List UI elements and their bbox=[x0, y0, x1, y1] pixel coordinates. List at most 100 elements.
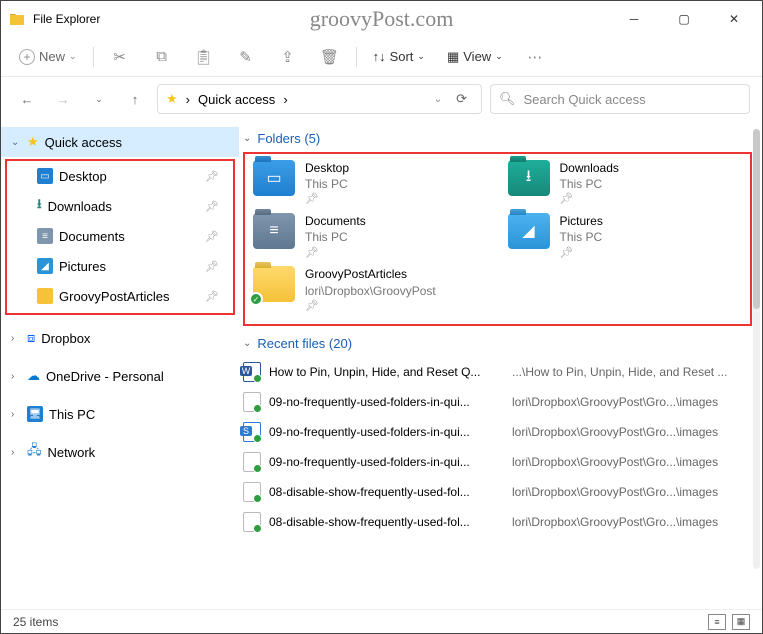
sidebar-onedrive[interactable]: › ☁ OneDrive - Personal bbox=[1, 361, 239, 391]
desktop-folder-icon: ▭ bbox=[253, 160, 295, 196]
watermark: groovyPost.com bbox=[310, 6, 454, 32]
pin-icon: 📌︎ bbox=[305, 246, 366, 261]
section-label: Recent files (20) bbox=[257, 336, 352, 351]
sort-button[interactable]: ↑↓ Sort ⌄ bbox=[367, 45, 431, 68]
share-icon[interactable]: ⇪ bbox=[272, 48, 304, 66]
recent-file-row[interactable]: How to Pin, Unpin, Hide, and Reset Q... … bbox=[243, 357, 752, 387]
thumbnails-view-button[interactable]: ▦ bbox=[732, 614, 750, 630]
sidebar-dropbox[interactable]: › ⧈ Dropbox bbox=[1, 323, 239, 353]
new-label: New bbox=[39, 49, 65, 64]
pictures-icon: ◢ bbox=[37, 258, 53, 274]
image-file-icon bbox=[243, 482, 261, 502]
sidebar-item-desktop[interactable]: ▭ Desktop 📌︎ bbox=[7, 161, 233, 191]
file-name: 08-disable-show-frequently-used-fol... bbox=[269, 485, 504, 499]
sidebar-item-groovypostarticles[interactable]: GroovyPostArticles 📌︎ bbox=[7, 281, 233, 311]
sidebar-label: This PC bbox=[49, 407, 95, 422]
maximize-button[interactable]: ▢ bbox=[670, 12, 698, 26]
recent-file-row[interactable]: 09-no-frequently-used-folders-in-qui... … bbox=[243, 417, 752, 447]
pin-icon: 📌︎ bbox=[205, 260, 219, 273]
recent-locations-button[interactable]: ⌄ bbox=[85, 94, 113, 105]
pc-icon: 🖥︎ bbox=[27, 406, 43, 422]
pin-icon: 📌︎ bbox=[305, 192, 349, 207]
folder-name: GroovyPostArticles bbox=[305, 266, 436, 282]
recent-file-row[interactable]: 09-no-frequently-used-folders-in-qui... … bbox=[243, 447, 752, 477]
file-name: 09-no-frequently-used-folders-in-qui... bbox=[269, 455, 504, 469]
vertical-scrollbar[interactable] bbox=[753, 129, 760, 569]
view-button[interactable]: ▦ View ⌄ bbox=[441, 45, 509, 69]
folder-icon: ✓ bbox=[253, 266, 295, 302]
file-name: How to Pin, Unpin, Hide, and Reset Q... bbox=[269, 365, 504, 379]
network-icon: 🖧︎ bbox=[27, 441, 42, 463]
file-path: lori\Dropbox\GroovyPost\Gro...\images bbox=[512, 425, 752, 439]
folder-name: Pictures bbox=[560, 213, 603, 229]
divider bbox=[93, 47, 94, 67]
minimize-button[interactable]: ─ bbox=[620, 12, 648, 26]
chevron-down-icon[interactable]: ⌄ bbox=[434, 94, 442, 105]
sidebar-item-documents[interactable]: ≡ Documents 📌︎ bbox=[7, 221, 233, 251]
refresh-button[interactable]: ⟳ bbox=[450, 91, 473, 107]
snip-file-icon bbox=[243, 422, 261, 442]
breadcrumb-label[interactable]: Quick access bbox=[198, 92, 275, 107]
recent-file-row[interactable]: 08-disable-show-frequently-used-fol... l… bbox=[243, 507, 752, 537]
new-button[interactable]: + New ⌄ bbox=[13, 45, 83, 69]
recent-file-row[interactable]: 08-disable-show-frequently-used-fol... l… bbox=[243, 477, 752, 507]
folder-name: Downloads bbox=[560, 160, 619, 176]
folder-location: This PC bbox=[305, 229, 366, 245]
recent-section-header[interactable]: ⌄ Recent files (20) bbox=[243, 336, 752, 351]
file-path: ...\How to Pin, Unpin, Hide, and Reset .… bbox=[512, 365, 752, 379]
chevron-down-icon: ⌄ bbox=[243, 338, 251, 349]
copy-icon[interactable]: ⧉ bbox=[146, 48, 178, 65]
search-input[interactable]: 🔍︎ Search Quick access bbox=[490, 84, 750, 114]
cut-icon[interactable]: ✂ bbox=[104, 48, 136, 66]
back-button[interactable]: ← bbox=[13, 92, 41, 107]
toolbar: + New ⌄ ✂ ⧉ 📋︎ ✎ ⇪ 🗑︎ ↑↓ Sort ⌄ ▦ View ⌄… bbox=[1, 37, 762, 77]
sidebar-thispc[interactable]: › 🖥︎ This PC bbox=[1, 399, 239, 429]
sidebar-network[interactable]: › 🖧︎ Network bbox=[1, 437, 239, 467]
folder-icon bbox=[37, 288, 53, 304]
paste-icon[interactable]: 📋︎ bbox=[188, 48, 220, 66]
recent-file-row[interactable]: 09-no-frequently-used-folders-in-qui... … bbox=[243, 387, 752, 417]
sidebar-item-downloads[interactable]: ⭳ Downloads 📌︎ bbox=[7, 191, 233, 221]
recent-files-list: How to Pin, Unpin, Hide, and Reset Q... … bbox=[243, 357, 752, 537]
section-label: Folders (5) bbox=[257, 131, 320, 146]
file-path: lori\Dropbox\GroovyPost\Gro...\images bbox=[512, 485, 752, 499]
app-icon bbox=[9, 11, 25, 27]
scrollbar-thumb[interactable] bbox=[753, 129, 760, 309]
view-label: View bbox=[463, 49, 491, 64]
close-button[interactable]: ✕ bbox=[720, 12, 748, 26]
folder-location: This PC bbox=[560, 229, 603, 245]
chevron-right-icon: › bbox=[11, 409, 21, 420]
chevron-right-icon: › bbox=[11, 333, 21, 344]
more-icon[interactable]: ⋯ bbox=[519, 48, 551, 66]
window-title: File Explorer bbox=[33, 12, 100, 26]
sidebar-item-pictures[interactable]: ◢ Pictures 📌︎ bbox=[7, 251, 233, 281]
sidebar-label: Dropbox bbox=[41, 331, 90, 346]
up-button[interactable]: ↑ bbox=[121, 92, 149, 107]
file-path: lori\Dropbox\GroovyPost\Gro...\images bbox=[512, 455, 752, 469]
pin-icon: 📌︎ bbox=[205, 290, 219, 303]
documents-folder-icon: ≡ bbox=[253, 213, 295, 249]
folder-pictures[interactable]: ◢ Pictures This PC 📌︎ bbox=[508, 213, 743, 260]
pin-icon: 📌︎ bbox=[305, 299, 436, 314]
delete-icon[interactable]: 🗑︎ bbox=[314, 48, 346, 66]
dropbox-icon: ⧈ bbox=[27, 330, 35, 346]
file-name: 09-no-frequently-used-folders-in-qui... bbox=[269, 425, 504, 439]
file-path: lori\Dropbox\GroovyPost\Gro...\images bbox=[512, 395, 752, 409]
folders-section-header[interactable]: ⌄ Folders (5) bbox=[243, 131, 752, 146]
folder-documents[interactable]: ≡ Documents This PC 📌︎ bbox=[253, 213, 488, 260]
breadcrumb[interactable]: ★ › Quick access › ⌄ ⟳ bbox=[157, 84, 482, 114]
sidebar-item-label: Downloads bbox=[48, 199, 112, 214]
titlebar: File Explorer groovyPost.com ─ ▢ ✕ bbox=[1, 1, 762, 37]
star-icon: ★ bbox=[27, 134, 39, 150]
chevron-right-icon: › bbox=[11, 371, 21, 382]
folder-groovypostarticles[interactable]: ✓ GroovyPostArticles lori\Dropbox\Groovy… bbox=[253, 266, 488, 313]
forward-button[interactable]: → bbox=[49, 92, 77, 107]
rename-icon[interactable]: ✎ bbox=[230, 48, 262, 66]
sidebar-quick-access[interactable]: ⌄ ★ Quick access bbox=[1, 127, 239, 157]
sidebar-label: OneDrive - Personal bbox=[46, 369, 164, 384]
sidebar-label: Quick access bbox=[45, 135, 122, 150]
folder-desktop[interactable]: ▭ Desktop This PC 📌︎ bbox=[253, 160, 488, 207]
folder-downloads[interactable]: ⭳ Downloads This PC 📌︎ bbox=[508, 160, 743, 207]
sidebar-item-label: Documents bbox=[59, 229, 125, 244]
details-view-button[interactable]: ≡ bbox=[708, 614, 726, 630]
